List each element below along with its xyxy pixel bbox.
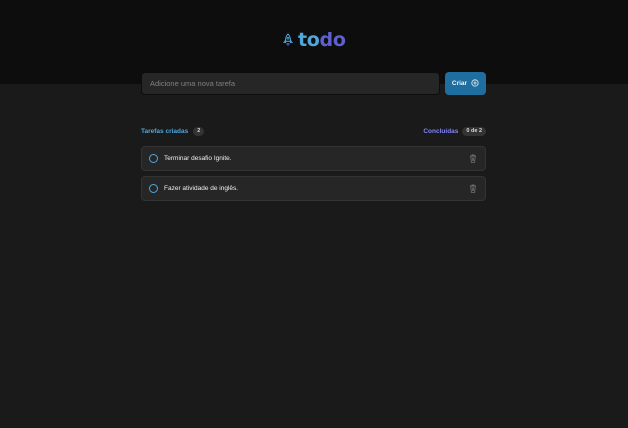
logo: todo bbox=[282, 29, 346, 51]
done-tasks-summary: Concluídas 0 de 2 bbox=[423, 127, 486, 136]
logo-text-to: to bbox=[298, 29, 320, 51]
task-text: Fazer atividade de inglês. bbox=[164, 185, 239, 192]
done-tasks-count: 0 de 2 bbox=[462, 127, 486, 136]
trash-icon[interactable] bbox=[468, 154, 478, 164]
task-item: Terminar desafio Ignite. bbox=[141, 146, 486, 171]
task-text: Terminar desafio Ignite. bbox=[164, 155, 232, 162]
rocket-icon bbox=[282, 33, 294, 47]
trash-icon[interactable] bbox=[468, 184, 478, 194]
task-list: Terminar desafio Ignite. Fazer atividade… bbox=[141, 146, 486, 206]
done-tasks-label: Concluídas bbox=[423, 128, 459, 135]
plus-circle-icon bbox=[471, 78, 479, 89]
create-button-label: Criar bbox=[451, 80, 468, 87]
logo-text: todo bbox=[298, 29, 346, 51]
task-checkbox[interactable] bbox=[149, 184, 158, 193]
new-task-input[interactable] bbox=[141, 72, 440, 95]
task-item: Fazer atividade de inglês. bbox=[141, 176, 486, 201]
create-button[interactable]: Criar bbox=[445, 72, 486, 95]
created-tasks-count: 2 bbox=[193, 127, 205, 136]
created-tasks-summary: Tarefas criadas 2 bbox=[141, 127, 205, 136]
logo-text-do: do bbox=[319, 29, 346, 51]
task-checkbox[interactable] bbox=[149, 154, 158, 163]
created-tasks-label: Tarefas criadas bbox=[141, 128, 189, 135]
